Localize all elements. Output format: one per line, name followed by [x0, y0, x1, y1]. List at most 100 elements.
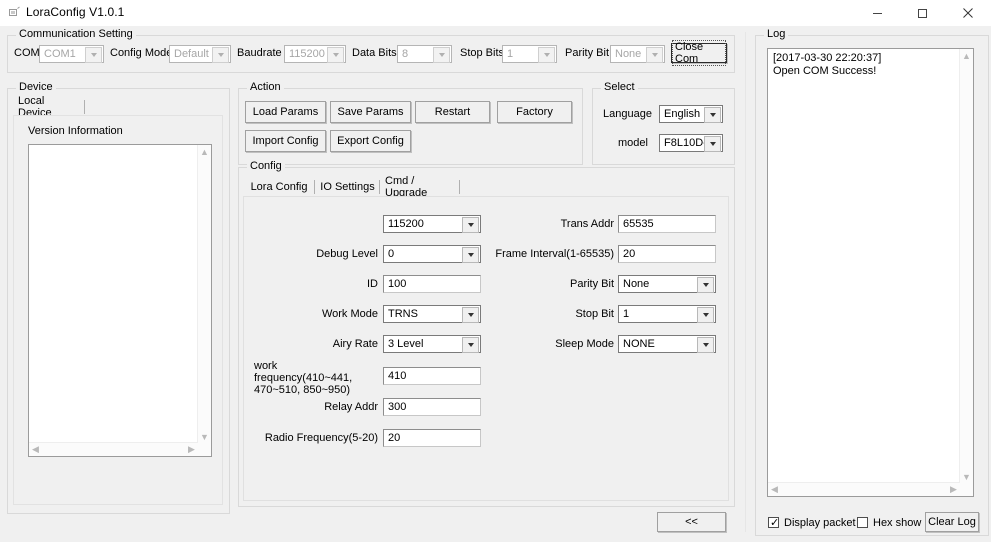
model-label: model: [618, 137, 648, 149]
language-select[interactable]: English: [659, 105, 723, 123]
chevron-down-icon[interactable]: [462, 337, 479, 353]
baudrate-label: Baudrate: [237, 47, 282, 59]
chevron-down-icon[interactable]: [697, 307, 714, 323]
model-select[interactable]: F8L10D-N: [659, 134, 723, 152]
id-field[interactable]: 100: [383, 275, 481, 293]
device-title: Device: [16, 82, 56, 93]
scroll-left-icon[interactable]: ◀: [768, 483, 781, 496]
data-bits-value: 8: [402, 48, 409, 60]
check-icon: ✓: [770, 516, 780, 529]
scroll-down-icon[interactable]: ▼: [960, 470, 973, 483]
log-vertical-scrollbar[interactable]: ▲ ▼: [959, 49, 973, 483]
maximize-icon: [918, 8, 927, 18]
parity-bit-select[interactable]: None: [610, 45, 665, 63]
tab-local-device[interactable]: Local Device: [13, 95, 85, 119]
hex-show-checkbox[interactable]: [857, 517, 868, 528]
tab-lora-config[interactable]: Lora Config: [243, 179, 315, 195]
data-bits-label: Data Bits: [352, 47, 397, 59]
minimize-icon: [873, 12, 882, 14]
chevron-down-icon[interactable]: [697, 337, 714, 353]
close-button[interactable]: [945, 0, 990, 26]
restart-button[interactable]: Restart: [415, 101, 490, 123]
load-params-label: Load Params: [252, 106, 319, 118]
trans-addr-field[interactable]: 65535: [618, 215, 716, 233]
scrollbar-corner: [960, 483, 973, 496]
airy-rate-select[interactable]: 3 Level: [383, 335, 481, 353]
chevron-down-icon[interactable]: [704, 107, 721, 123]
minimize-button[interactable]: [855, 0, 900, 26]
work-frequency-label: work frequency(410~441, 470~510, 850~950…: [254, 360, 353, 396]
restart-label: Restart: [434, 106, 471, 118]
chevron-down-icon[interactable]: [697, 277, 714, 293]
version-horizontal-scrollbar[interactable]: ◀ ▶: [29, 442, 198, 456]
device-group: Device Local Device Version Information …: [7, 82, 230, 514]
chevron-down-icon[interactable]: [327, 47, 344, 63]
baudrate-value: 115200: [289, 48, 325, 60]
log-title: Log: [764, 29, 789, 40]
data-bits-select[interactable]: 8: [397, 45, 452, 63]
work-mode-select[interactable]: TRNS: [383, 305, 481, 323]
chevron-down-icon[interactable]: [538, 47, 555, 63]
action-title: Action: [247, 82, 284, 93]
scroll-up-icon[interactable]: ▲: [960, 49, 973, 62]
display-packet-checkbox[interactable]: ✓: [768, 517, 779, 528]
close-com-button[interactable]: Close Com: [671, 40, 727, 66]
sleep-mode-select[interactable]: NONE: [618, 335, 716, 353]
chevron-down-icon[interactable]: [462, 307, 479, 323]
sleep-mode-value: NONE: [623, 338, 655, 350]
frame-interval-label: Frame Interval(1-65535): [495, 248, 614, 260]
chevron-down-icon[interactable]: [433, 47, 450, 63]
config-title: Config: [247, 161, 285, 172]
factory-button[interactable]: Factory: [497, 101, 572, 123]
radio-frequency-value: 20: [388, 432, 401, 444]
collapse-button[interactable]: <<: [657, 512, 726, 532]
save-params-button[interactable]: Save Params: [330, 101, 411, 123]
com-select[interactable]: COM1: [39, 45, 104, 63]
radio-frequency-field[interactable]: 20: [383, 429, 481, 447]
load-params-button[interactable]: Load Params: [245, 101, 326, 123]
version-information-box[interactable]: ▲ ▼ ◀ ▶: [28, 144, 212, 457]
id-value: 100: [388, 278, 407, 290]
parity-bit-config-select[interactable]: None: [618, 275, 716, 293]
config-mode-select[interactable]: Default: [169, 45, 231, 63]
clear-log-button[interactable]: Clear Log: [925, 512, 979, 532]
stop-bit-config-label: Stop Bit: [575, 308, 614, 320]
buadrate-select[interactable]: 115200: [383, 215, 481, 233]
config-mode-value: Default: [174, 48, 209, 60]
relay-addr-field[interactable]: 300: [383, 398, 481, 416]
debug-level-value: 0: [388, 248, 395, 260]
panel-splitter[interactable]: [745, 32, 746, 532]
scroll-right-icon[interactable]: ▶: [947, 483, 960, 496]
log-horizontal-scrollbar[interactable]: ◀ ▶: [768, 482, 960, 496]
chevron-down-icon[interactable]: [212, 47, 229, 63]
parity-bit-config-label: Parity Bit: [569, 278, 614, 290]
work-frequency-value: 410: [388, 370, 407, 382]
chevron-down-icon[interactable]: [704, 136, 721, 152]
stop-bits-select[interactable]: 1: [502, 45, 557, 63]
stop-bit-config-select[interactable]: 1: [618, 305, 716, 323]
chevron-down-icon[interactable]: [462, 247, 479, 263]
debug-level-select[interactable]: 0: [383, 245, 481, 263]
com-value: COM1: [44, 48, 76, 60]
scroll-down-icon[interactable]: ▼: [198, 430, 211, 443]
version-vertical-scrollbar[interactable]: ▲ ▼: [197, 145, 211, 443]
scroll-left-icon[interactable]: ◀: [29, 443, 42, 456]
import-config-button[interactable]: Import Config: [245, 130, 326, 152]
chevron-down-icon[interactable]: [646, 47, 663, 63]
work-frequency-field[interactable]: 410: [383, 367, 481, 385]
frame-interval-field[interactable]: 20: [618, 245, 716, 263]
maximize-button[interactable]: [900, 0, 945, 26]
baudrate-select[interactable]: 115200: [284, 45, 346, 63]
work-mode-label: Work Mode: [321, 308, 378, 320]
tab-io-settings[interactable]: IO Settings: [315, 179, 380, 195]
tab-cmd-upgrade[interactable]: Cmd / Upgrade: [380, 175, 460, 199]
scroll-up-icon[interactable]: ▲: [198, 145, 211, 158]
stop-bit-config-value: 1: [623, 308, 630, 320]
communication-setting-group: Communication Setting COM COM1 Config Mo…: [7, 29, 735, 73]
scroll-right-icon[interactable]: ▶: [185, 443, 198, 456]
log-textarea[interactable]: [2017-03-30 22:20:37] Open COM Success! …: [767, 48, 974, 497]
chevron-down-icon[interactable]: [462, 217, 479, 233]
com-label: COM: [14, 47, 40, 59]
export-config-button[interactable]: Export Config: [330, 130, 411, 152]
chevron-down-icon[interactable]: [85, 47, 102, 63]
